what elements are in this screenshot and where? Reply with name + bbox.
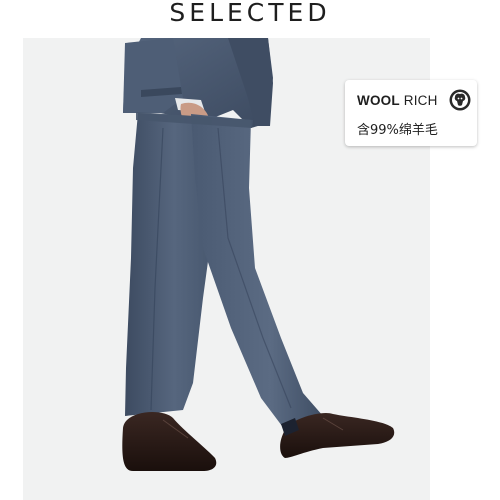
rich-label: RICH [403,93,438,108]
wool-content-text: 含99%绵羊毛 [357,123,438,138]
jacket-left-flap [123,38,183,113]
sheep-head-icon [449,89,471,111]
brand-logo: SELECTED [169,0,331,27]
wool-rich-badge: WOOL RICH 含99%绵羊毛 [345,80,477,146]
wool-label: WOOL [357,93,400,108]
wool-rich-title: WOOL RICH [357,93,438,108]
right-trouser-leg [191,114,323,430]
left-shoe [122,412,217,471]
